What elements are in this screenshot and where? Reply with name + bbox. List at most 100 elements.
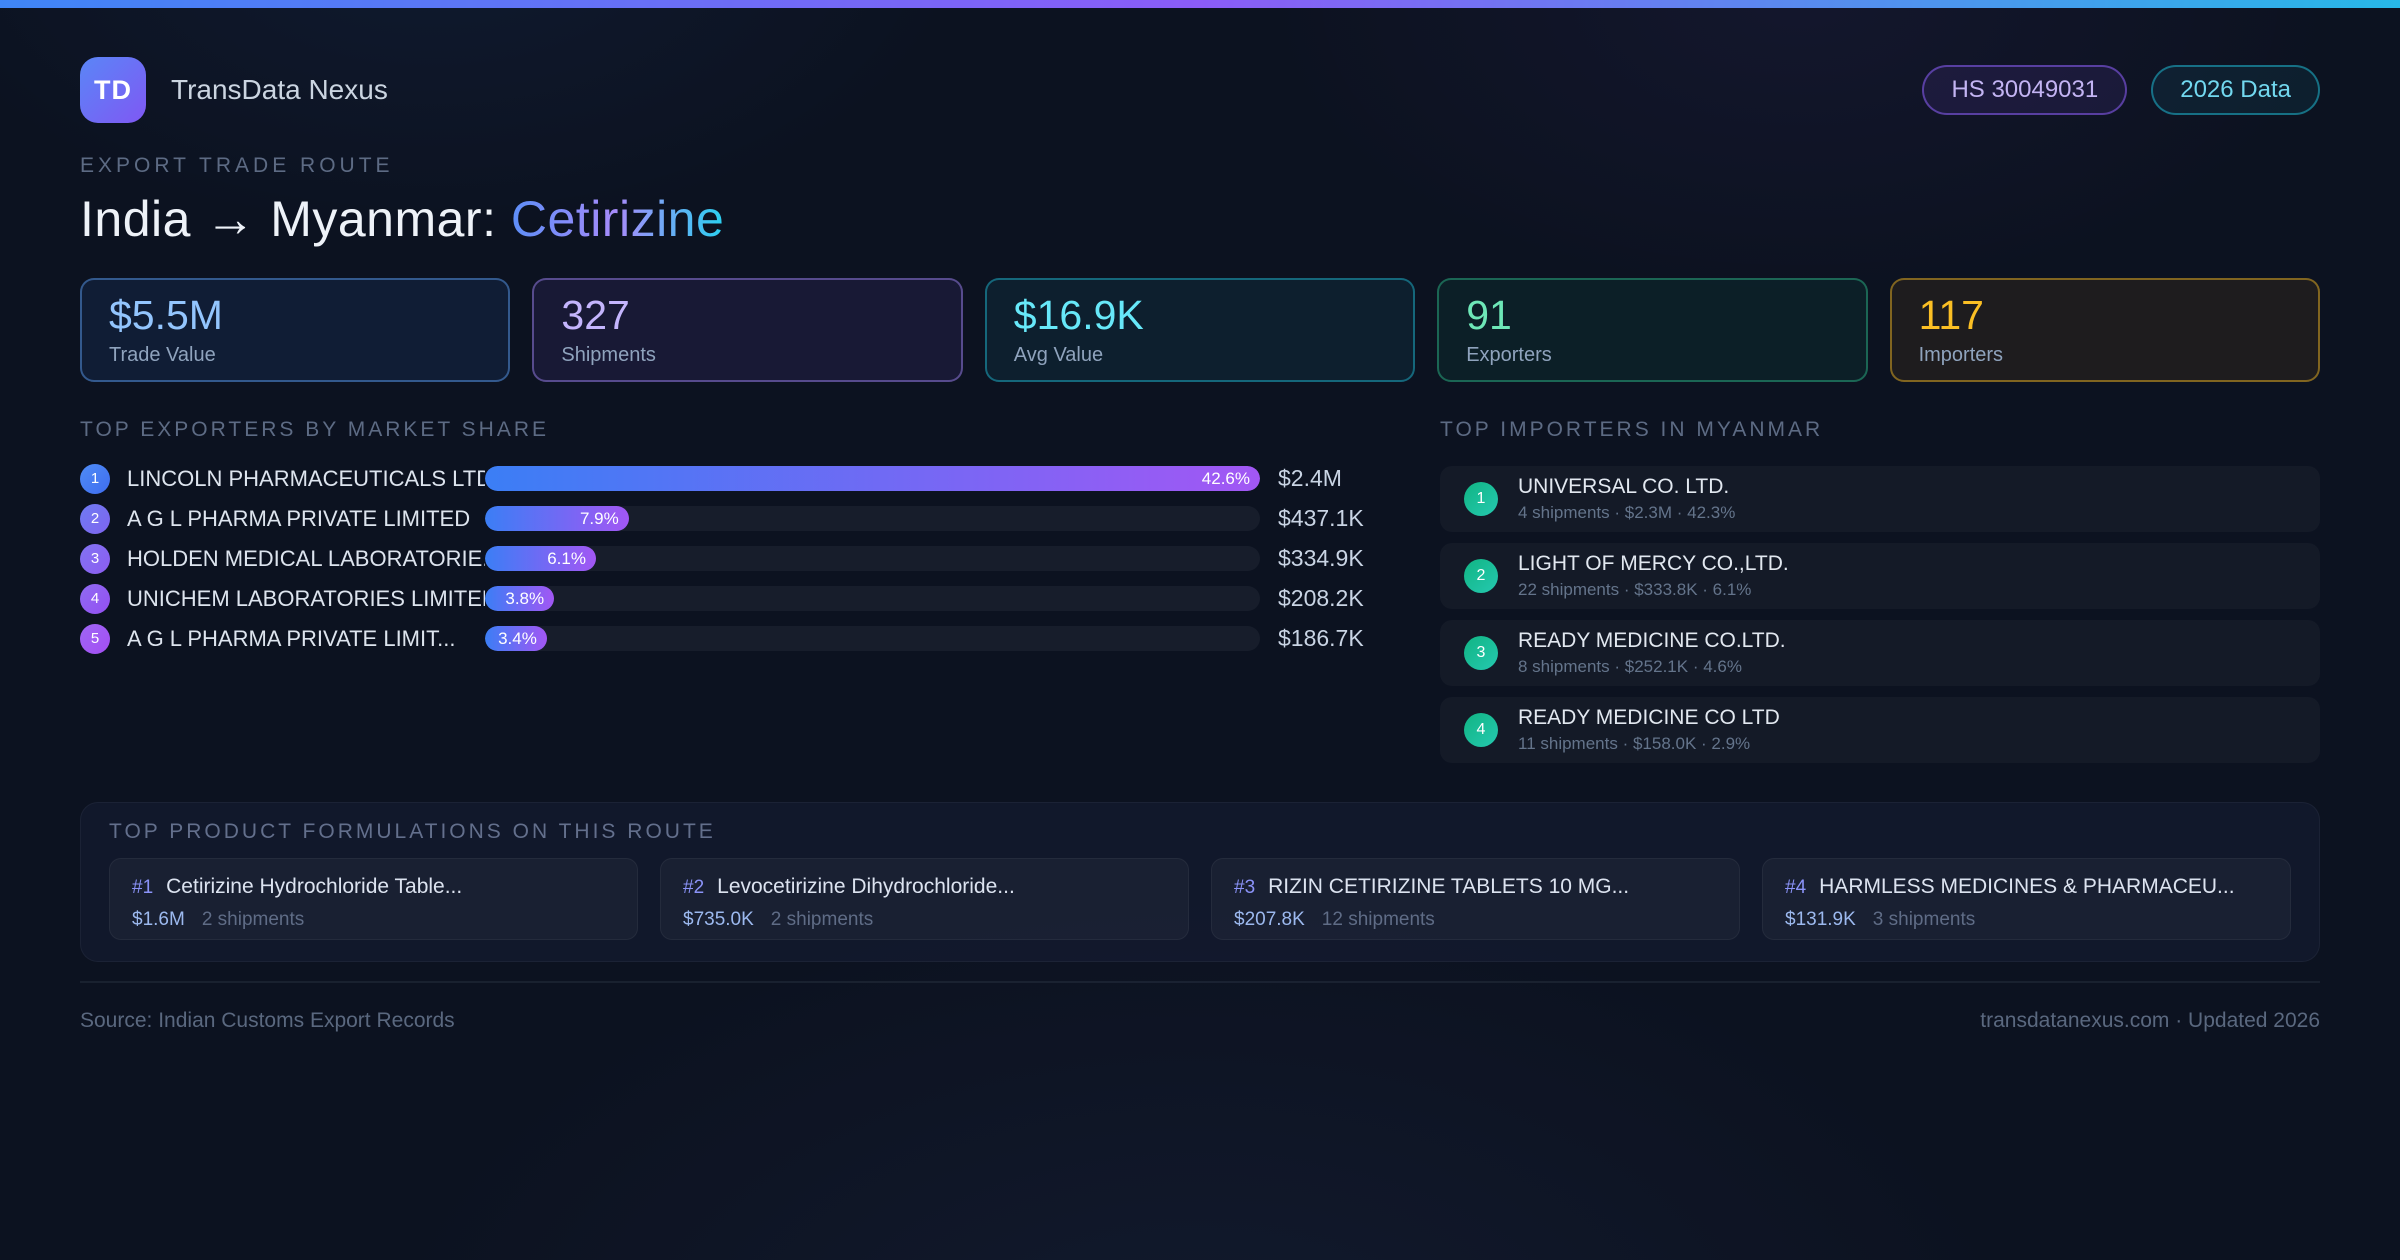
product-value: $207.8K: [1234, 909, 1305, 930]
product-card[interactable]: #4 HARMLESS MEDICINES & PHARMACEU... $13…: [1762, 858, 2291, 940]
importer-meta: 11 shipments · $158.0K · 2.9%: [1518, 734, 1751, 753]
product-rank: #1: [132, 877, 154, 898]
importer-list-item[interactable]: 1 UNIVERSAL CO. LTD. 4 shipments · $2.3M…: [1440, 466, 2320, 532]
importer-rank-badge: 2: [1464, 559, 1498, 593]
stats-row: $5.5M Trade Value 327 Shipments $16.9K A…: [80, 278, 2320, 382]
stat-value: $5.5M: [109, 292, 223, 338]
stat-value: $16.9K: [1013, 292, 1144, 338]
product-rank: #3: [1234, 877, 1256, 898]
data-year-badge[interactable]: 2026 Data: [2151, 65, 2320, 115]
exporters-section: TOP EXPORTERS BY MARKET SHARE 1 LINCOLN …: [80, 418, 1380, 774]
product-card-top: #1 Cetirizine Hydrochloride Table...: [132, 875, 615, 899]
rank-badge: 3: [80, 543, 110, 574]
stat-card: $5.5M Trade Value: [80, 278, 511, 382]
app-title: TransData Nexus: [171, 74, 388, 105]
product-name: Cetirizine Hydrochloride Table...: [166, 875, 463, 898]
importer-rank-badge: 4: [1464, 713, 1498, 747]
stat-card: 327 Shipments: [532, 278, 963, 382]
route-title-text: India → Myanmar:: [80, 191, 497, 247]
product-title-text: Cetirizine: [510, 191, 725, 247]
market-share-bar-fill: 42.6%: [485, 466, 1260, 491]
importer-meta: 4 shipments · $2.3M · 42.3%: [1518, 503, 1736, 522]
importer-list-item[interactable]: 4 READY MEDICINE CO LTD 11 shipments · $…: [1440, 697, 2320, 763]
footer-site: transdatanexus.com · Updated 2026: [1980, 1009, 2320, 1032]
route-eyebrow: EXPORT TRADE ROUTE: [80, 154, 394, 177]
hero: EXPORT TRADE ROUTE India → Myanmar: Ceti…: [0, 154, 2400, 248]
exporter-name: A G L PHARMA PRIVATE LIMIT...: [127, 625, 456, 651]
exporter-row: 4 UNICHEM LABORATORIES LIMITED 3.8% $208…: [80, 583, 1380, 614]
product-card-bottom: $1.6M 2 shipments: [132, 909, 615, 931]
exporter-value: $186.7K: [1278, 625, 1364, 651]
exporter-row: 3 HOLDEN MEDICAL LABORATORIE... 6.1% $33…: [80, 543, 1380, 574]
brand: TD TransData Nexus: [80, 57, 388, 123]
importer-name: READY MEDICINE CO.LTD.: [1518, 629, 1786, 652]
stat-label: Trade Value: [109, 344, 216, 366]
market-share-bar-fill: 6.1%: [485, 546, 596, 571]
stat-label: Shipments: [561, 344, 656, 366]
importer-info: READY MEDICINE CO LTD 11 shipments · $15…: [1518, 706, 1780, 754]
product-card-top: #2 Levocetirizine Dihydrochloride...: [683, 875, 1166, 899]
rank-badge: 2: [80, 503, 110, 534]
product-shipments: 12 shipments: [1321, 909, 1435, 930]
product-card[interactable]: #1 Cetirizine Hydrochloride Table... $1.…: [109, 858, 638, 940]
importer-rank-badge: 1: [1464, 482, 1498, 516]
importer-name: UNIVERSAL CO. LTD.: [1518, 475, 1730, 498]
importer-list-item[interactable]: 2 LIGHT OF MERCY CO.,LTD. 22 shipments ·…: [1440, 543, 2320, 609]
hs-code-badge[interactable]: HS 30049031: [1922, 65, 2128, 115]
importers-heading: TOP IMPORTERS IN MYANMAR: [1440, 418, 1824, 441]
product-card[interactable]: #3 RIZIN CETIRIZINE TABLETS 10 MG... $20…: [1211, 858, 1740, 940]
importers-list: 1 UNIVERSAL CO. LTD. 4 shipments · $2.3M…: [1440, 466, 2320, 763]
products-panel: TOP PRODUCT FORMULATIONS ON THIS ROUTE #…: [80, 802, 2320, 962]
main-columns: TOP EXPORTERS BY MARKET SHARE 1 LINCOLN …: [0, 418, 2400, 774]
product-card-bottom: $207.8K 12 shipments: [1234, 909, 1717, 931]
exporter-name: HOLDEN MEDICAL LABORATORIE...: [127, 545, 485, 571]
rank-badge: 5: [80, 623, 110, 654]
stat-card: $16.9K Avg Value: [984, 278, 1416, 382]
stat-card: 91 Exporters: [1437, 278, 1868, 382]
header: TD TransData Nexus HS 30049031 2026 Data: [0, 57, 2400, 123]
app-logo: TD: [80, 57, 146, 123]
exporter-name: UNICHEM LABORATORIES LIMITED: [127, 585, 485, 611]
page-title: India → Myanmar: Cetirizine: [80, 190, 2320, 248]
product-shipments: 2 shipments: [201, 909, 305, 930]
product-shipments: 2 shipments: [770, 909, 874, 930]
market-share-bar-track: 3.8%: [485, 586, 1260, 611]
product-name: Levocetirizine Dihydrochloride...: [717, 875, 1015, 898]
product-card-top: #3 RIZIN CETIRIZINE TABLETS 10 MG...: [1234, 875, 1717, 899]
product-card[interactable]: #2 Levocetirizine Dihydrochloride... $73…: [660, 858, 1189, 940]
importer-meta: 8 shipments · $252.1K · 4.6%: [1518, 657, 1742, 676]
exporter-value: $2.4M: [1278, 465, 1342, 491]
footer: Source: Indian Customs Export Records tr…: [80, 981, 2320, 1033]
product-value: $1.6M: [132, 909, 185, 930]
stat-value: 117: [1918, 292, 1984, 338]
importers-section: TOP IMPORTERS IN MYANMAR 1 UNIVERSAL CO.…: [1440, 418, 2320, 774]
market-share-bar-track: 3.4%: [485, 626, 1260, 651]
product-card-bottom: $131.9K 3 shipments: [1785, 909, 2268, 931]
product-rank: #4: [1785, 877, 1807, 898]
stat-value: 91: [1466, 292, 1512, 338]
market-share-bar-fill: 3.4%: [485, 626, 547, 651]
stat-card: 117 Importers: [1889, 278, 2320, 382]
stat-label: Importers: [1918, 344, 2004, 366]
product-value: $131.9K: [1785, 909, 1856, 930]
importer-list-item[interactable]: 3 READY MEDICINE CO.LTD. 8 shipments · $…: [1440, 620, 2320, 686]
exporters-heading: TOP EXPORTERS BY MARKET SHARE: [80, 418, 550, 441]
importer-info: UNIVERSAL CO. LTD. 4 shipments · $2.3M ·…: [1518, 475, 1735, 523]
importer-rank-badge: 3: [1464, 636, 1498, 670]
exporter-name: A G L PHARMA PRIVATE LIMITED: [127, 505, 471, 531]
dashboard-page: TD TransData Nexus HS 30049031 2026 Data…: [0, 0, 2400, 1260]
importer-info: READY MEDICINE CO.LTD. 8 shipments · $25…: [1518, 629, 1786, 677]
importer-name: LIGHT OF MERCY CO.,LTD.: [1518, 552, 1789, 575]
top-accent-bar: [0, 0, 2400, 8]
exporter-row: 2 A G L PHARMA PRIVATE LIMITED 7.9% $437…: [80, 503, 1380, 534]
product-value: $735.0K: [683, 909, 754, 930]
exporters-chart: 1 LINCOLN PHARMACEUTICALS LTD 42.6% $2.4…: [80, 463, 1380, 654]
importer-name: READY MEDICINE CO LTD: [1518, 706, 1780, 729]
header-badges: HS 30049031 2026 Data: [1922, 65, 2320, 115]
exporter-row: 5 A G L PHARMA PRIVATE LIMIT... 3.4% $18…: [80, 623, 1380, 654]
stat-label: Exporters: [1466, 344, 1552, 366]
product-name: RIZIN CETIRIZINE TABLETS 10 MG...: [1268, 875, 1630, 898]
rank-badge: 4: [80, 583, 110, 614]
exporter-name: LINCOLN PHARMACEUTICALS LTD: [127, 465, 485, 491]
market-share-bar-fill: 7.9%: [485, 506, 629, 531]
